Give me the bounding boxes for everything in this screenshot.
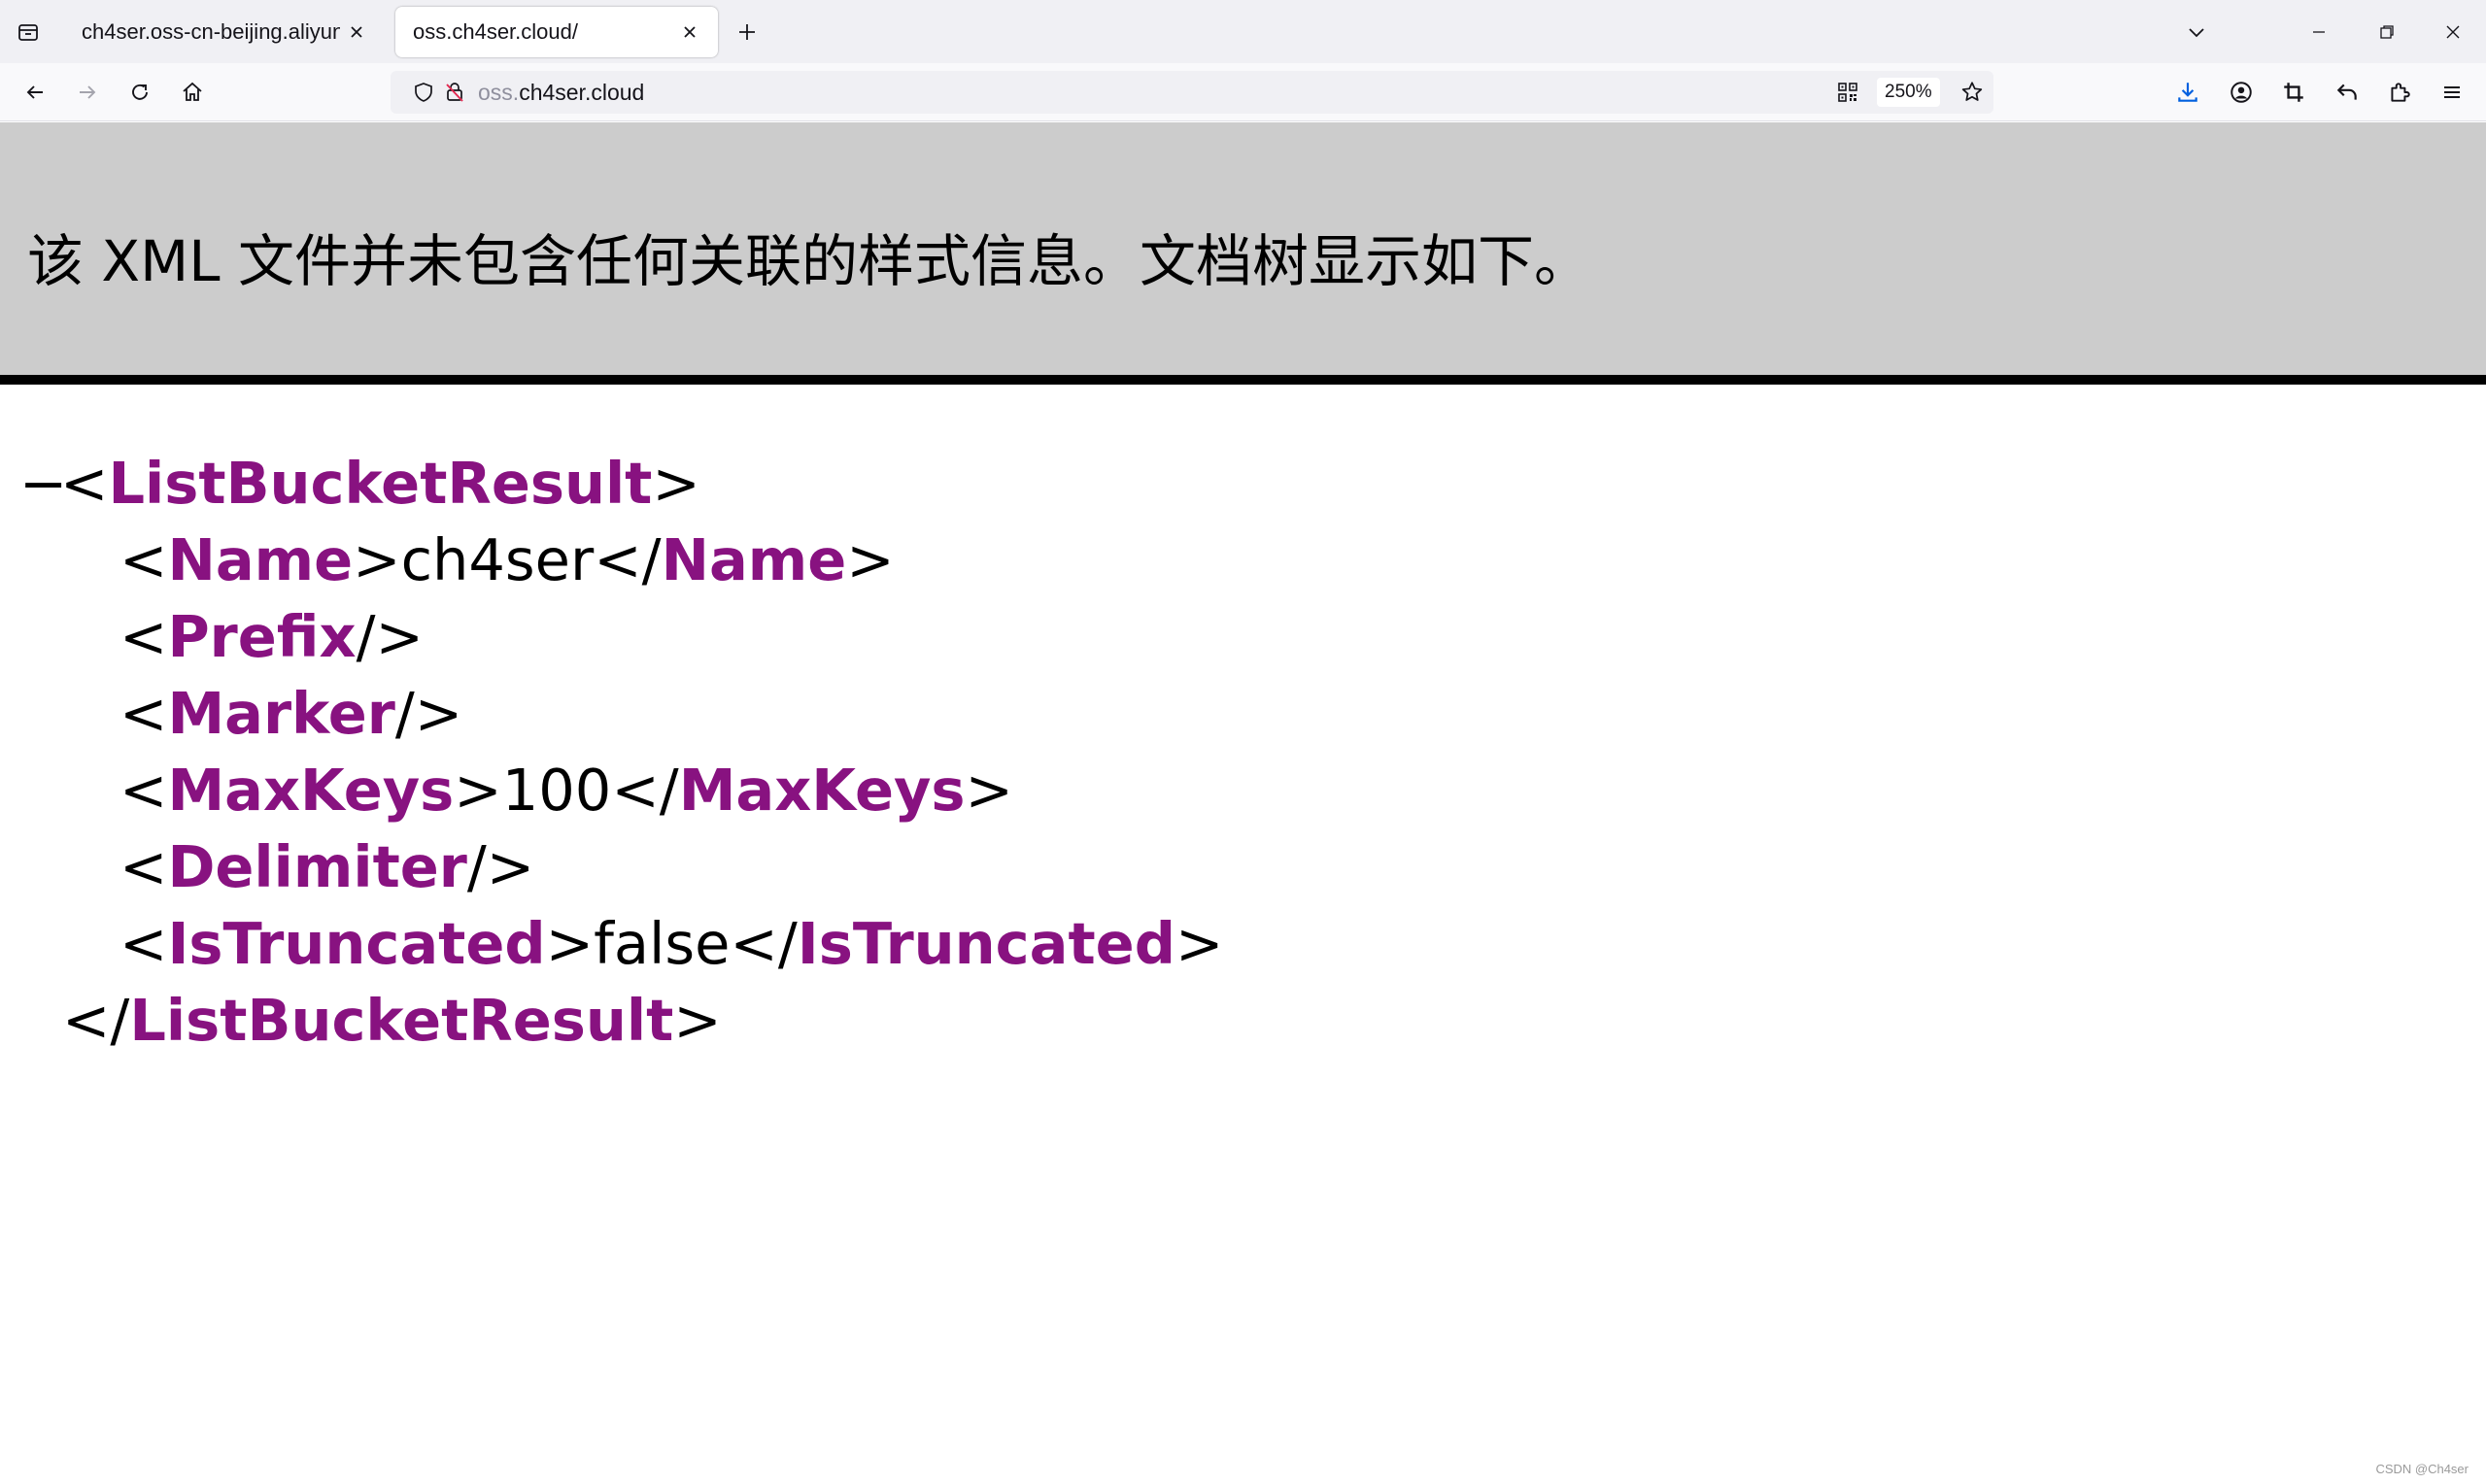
undo-close-button[interactable]: [2326, 71, 2368, 114]
firefox-view-button[interactable]: [10, 14, 47, 51]
arrow-right-icon: [80, 85, 96, 99]
xml-tag-name: ListBucketResult: [108, 450, 653, 517]
xml-text-value: ch4ser: [400, 526, 595, 593]
url-domain: ch4ser.cloud: [519, 80, 645, 105]
xml-root-open: −<ListBucketResult>: [19, 445, 700, 522]
star-icon: [1961, 82, 1983, 101]
xml-tag-name: IsTruncated: [167, 910, 546, 977]
xml-tag-name: IsTruncated: [797, 910, 1175, 977]
url-text[interactable]: oss.ch4ser.cloud: [478, 71, 644, 114]
xml-tag-name: MaxKeys: [167, 757, 455, 824]
undo-arrow-icon: [2336, 84, 2357, 100]
navigation-toolbar: oss.ch4ser.cloud 250%: [0, 63, 2486, 121]
extensions-button[interactable]: [2378, 71, 2421, 114]
xml-element-prefix: <Prefix/>: [119, 603, 424, 670]
watermark: CSDN @Ch4ser: [2375, 1462, 2469, 1476]
new-tab-button[interactable]: [731, 16, 764, 49]
xml-no-style-notice: 该 XML 文件并未包含任何关联的样式信息。文档树显示如下。: [27, 228, 1590, 294]
tab-close-button[interactable]: [346, 21, 367, 43]
crop-icon: [2284, 83, 2303, 102]
url-prefix: oss.: [478, 80, 520, 105]
minimize-button[interactable]: [2297, 10, 2341, 54]
xml-element-name: <Name>ch4ser</Name>: [119, 526, 895, 593]
download-icon: [2178, 83, 2197, 102]
chevron-down-icon: [2189, 28, 2204, 38]
xml-element-marker: <Marker/>: [119, 680, 463, 747]
xml-tag-name: MaxKeys: [678, 757, 966, 824]
minimize-icon: [2313, 31, 2325, 33]
xml-tag-name: ListBucketResult: [129, 987, 674, 1054]
xml-element-maxkeys: <MaxKeys>100</MaxKeys>: [119, 757, 1013, 824]
collapse-toggle[interactable]: −: [19, 445, 67, 522]
lock-slash-icon: [446, 83, 463, 102]
home-icon: [183, 82, 202, 101]
tab-aliyun-oss[interactable]: ch4ser.oss-cn-beijing.aliyuncs.com: [64, 7, 385, 57]
xml-element-istruncated: <IsTruncated>false</IsTruncated>: [119, 910, 1224, 977]
xml-tag-name: Prefix: [167, 603, 357, 670]
xml-info-banner: 该 XML 文件并未包含任何关联的样式信息。文档树显示如下。: [0, 122, 2486, 375]
xml-tag-name: Name: [167, 526, 354, 593]
close-icon: [2446, 25, 2460, 39]
plus-icon: [739, 24, 755, 40]
arrow-left-icon: [26, 85, 43, 99]
tab-list-icon: [18, 24, 38, 41]
bookmark-button[interactable]: [1958, 79, 1986, 106]
reload-icon: [132, 84, 148, 100]
account-button[interactable]: [2220, 71, 2263, 114]
xml-text-value: false: [594, 910, 731, 977]
tab-close-button[interactable]: [679, 21, 700, 43]
forward-button[interactable]: [66, 71, 109, 114]
home-button[interactable]: [171, 71, 214, 114]
tab-strip: ch4ser.oss-cn-beijing.aliyuncs.com oss.c…: [0, 0, 2486, 63]
screenshot-button[interactable]: [2272, 71, 2315, 114]
zoom-reset-button[interactable]: 250%: [1877, 78, 1940, 107]
list-all-tabs-button[interactable]: [2174, 10, 2219, 54]
tab-label: ch4ser.oss-cn-beijing.aliyuncs.com: [82, 19, 340, 44]
downloads-button[interactable]: [2166, 71, 2209, 114]
close-icon: [684, 26, 696, 38]
close-window-button[interactable]: [2431, 10, 2475, 54]
app-menu-button[interactable]: [2431, 71, 2473, 114]
close-icon: [351, 26, 362, 38]
xml-tag-name: Delimiter: [167, 833, 467, 900]
account-icon: [2231, 82, 2252, 103]
hamburger-menu-icon: [2444, 86, 2460, 98]
shield-icon: [415, 83, 432, 102]
xml-text-value: 100: [501, 757, 612, 824]
puzzle-icon: [2391, 83, 2410, 102]
xml-element-delimiter: <Delimiter/>: [119, 833, 535, 900]
restore-button[interactable]: [2365, 10, 2409, 54]
xml-divider: [0, 375, 2486, 385]
tracking-protection-icon[interactable]: [410, 79, 437, 106]
restore-icon: [2380, 25, 2394, 39]
qr-code-icon: [1838, 83, 1857, 102]
xml-root-close: </ListBucketResult>: [62, 987, 722, 1054]
tab-label: oss.ch4ser.cloud/: [413, 19, 578, 44]
reload-button[interactable]: [119, 71, 161, 114]
qr-code-button[interactable]: [1834, 79, 1861, 106]
insecure-connection-icon[interactable]: [441, 79, 468, 106]
url-bar[interactable]: oss.ch4ser.cloud 250%: [391, 71, 1993, 114]
back-button[interactable]: [14, 71, 56, 114]
xml-tag-name: Marker: [167, 680, 395, 747]
xml-tag-name: Name: [661, 526, 847, 593]
tab-oss-ch4ser-cloud[interactable]: oss.ch4ser.cloud/: [395, 7, 718, 57]
